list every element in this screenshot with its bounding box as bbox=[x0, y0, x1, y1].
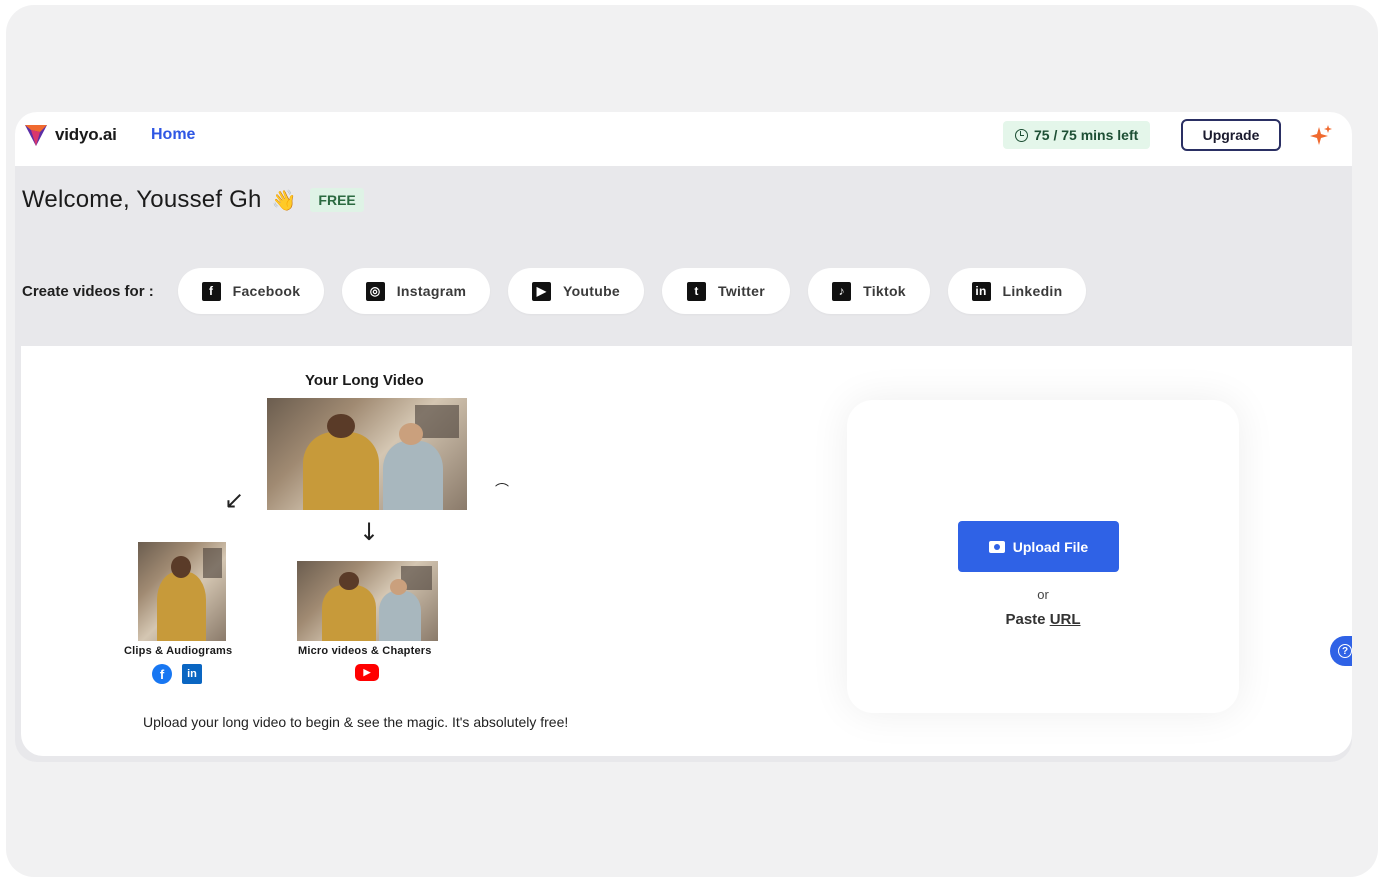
upload-hint-text: Upload your long video to begin & see th… bbox=[143, 714, 569, 730]
facebook-icon: f bbox=[201, 281, 221, 301]
welcome-greeting: Welcome, Youssef Gh bbox=[22, 186, 262, 213]
minutes-left-badge: 75 / 75 mins left bbox=[1003, 121, 1151, 149]
wave-emoji: 👋 bbox=[271, 189, 297, 212]
folder-upload-icon bbox=[988, 540, 1005, 553]
welcome-row: Welcome, Youssef Gh 👋 FREE bbox=[22, 186, 364, 214]
sparkle-icon[interactable] bbox=[1309, 124, 1333, 148]
platform-label: Linkedin bbox=[1002, 283, 1063, 299]
platform-instagram-button[interactable]: ◎ Instagram bbox=[342, 268, 490, 314]
clips-caption: Clips & Audiograms bbox=[124, 645, 233, 657]
help-icon: ? bbox=[1338, 644, 1352, 658]
create-videos-label: Create videos for : bbox=[22, 283, 154, 300]
platform-label: Youtube bbox=[562, 283, 621, 299]
platform-label: Facebook bbox=[232, 283, 301, 299]
paste-prefix: Paste bbox=[1005, 611, 1046, 628]
linkedin-icon: in bbox=[971, 281, 991, 301]
clips-thumbnail bbox=[138, 542, 226, 641]
arrow-down-icon: ↓ bbox=[359, 518, 380, 546]
youtube-icon: ▶ bbox=[355, 664, 379, 681]
minutes-left-text: 75 / 75 mins left bbox=[1034, 127, 1139, 143]
upgrade-button[interactable]: Upgrade bbox=[1181, 119, 1281, 151]
logo-text: vidyo.ai bbox=[55, 125, 117, 144]
linkedin-icon: in bbox=[182, 664, 202, 684]
platform-label: Twitter bbox=[718, 283, 765, 299]
help-button[interactable]: ? bbox=[1330, 636, 1352, 666]
paste-url-link[interactable]: URL bbox=[1050, 611, 1081, 628]
platform-youtube-button[interactable]: ▶ Youtube bbox=[508, 268, 644, 314]
app-window: vidyo.ai Home 75 / 75 mins left Upgrade … bbox=[15, 112, 1352, 762]
long-video-thumbnail bbox=[267, 398, 467, 510]
platform-label: Tiktok bbox=[863, 283, 906, 299]
vidyo-logo[interactable]: vidyo.ai bbox=[23, 122, 117, 148]
twitter-icon: t bbox=[687, 281, 707, 301]
upload-file-button[interactable]: Upload File bbox=[958, 521, 1119, 572]
facebook-icon: f bbox=[152, 664, 172, 684]
long-video-title: Your Long Video bbox=[305, 372, 424, 389]
tiktok-icon: ♪ bbox=[832, 281, 852, 301]
upload-button-label: Upload File bbox=[1012, 538, 1089, 555]
instagram-icon: ◎ bbox=[365, 281, 385, 301]
platform-label: Instagram bbox=[396, 283, 467, 299]
clock-icon bbox=[1015, 128, 1028, 142]
arrow-right-icon: ⌒ bbox=[495, 483, 509, 499]
plan-badge: FREE bbox=[310, 188, 364, 212]
micro-caption: Micro videos & Chapters bbox=[298, 645, 432, 657]
paste-url-row: Paste URL bbox=[847, 611, 1239, 628]
platform-linkedin-button[interactable]: in Linkedin bbox=[948, 268, 1086, 314]
youtube-icon: ▶ bbox=[531, 281, 551, 301]
platform-twitter-button[interactable]: t Twitter bbox=[662, 268, 790, 314]
platform-facebook-button[interactable]: f Facebook bbox=[178, 268, 324, 314]
nav-home-link[interactable]: Home bbox=[151, 126, 195, 144]
vidyo-logo-icon bbox=[25, 125, 47, 146]
or-separator: or bbox=[1037, 587, 1049, 602]
micro-videos-thumbnail bbox=[297, 561, 438, 641]
platform-tiktok-button[interactable]: ♪ Tiktok bbox=[808, 268, 930, 314]
upload-card: Upload File or Paste URL bbox=[847, 400, 1239, 713]
arrow-left-icon: ↙ bbox=[224, 486, 245, 514]
top-navbar: vidyo.ai Home 75 / 75 mins left Upgrade bbox=[15, 112, 1352, 166]
main-panel: Your Long Video ↙ ↓ ⌒ Clips & Audiograms… bbox=[21, 346, 1352, 756]
